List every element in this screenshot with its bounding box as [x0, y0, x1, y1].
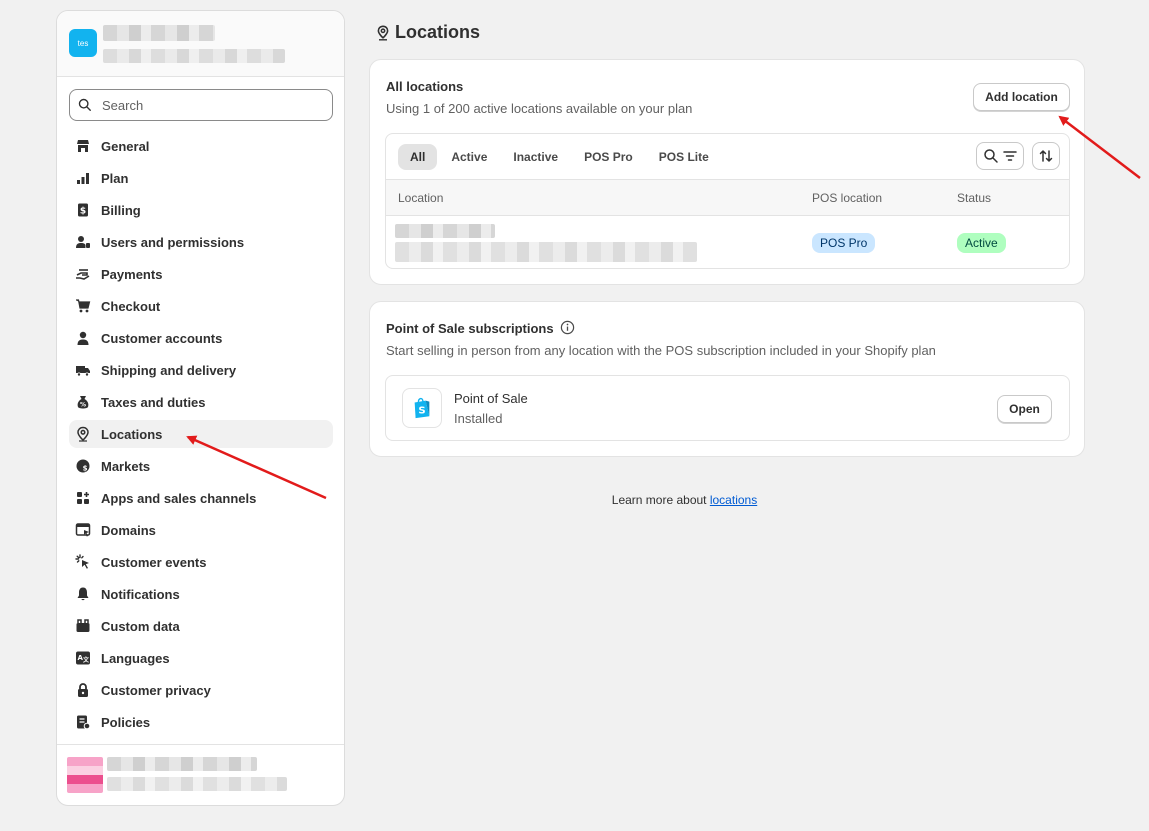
- store-icon: [75, 138, 91, 154]
- billing-icon: $: [75, 202, 91, 218]
- sort-icon: [1039, 150, 1053, 162]
- locations-link[interactable]: locations: [710, 493, 757, 507]
- bell-icon: [75, 586, 91, 602]
- sidebar-item-plan[interactable]: Plan: [69, 164, 333, 192]
- sidebar-item-policies[interactable]: Policies: [69, 708, 333, 736]
- card-title: Point of Sale subscriptions: [386, 321, 554, 336]
- filter-icon: [1002, 151, 1017, 161]
- search-filter-button[interactable]: [976, 142, 1024, 170]
- search-icon: [983, 149, 998, 163]
- globe-icon: $: [75, 458, 91, 474]
- store-avatar: tes: [69, 29, 97, 57]
- custom-data-icon: [75, 618, 91, 634]
- tab-inactive[interactable]: Inactive: [501, 144, 570, 170]
- column-location: Location: [398, 191, 444, 205]
- all-locations-card: All locations Using 1 of 200 active loca…: [369, 59, 1085, 285]
- svg-text:%: %: [80, 402, 86, 409]
- learn-more-text: Learn more about: [611, 493, 707, 507]
- cart-icon: [75, 298, 91, 314]
- location-name-redacted: [395, 224, 495, 238]
- pos-badge: POS Pro: [812, 233, 876, 253]
- plan-icon: [75, 170, 91, 186]
- add-location-button[interactable]: Add location: [973, 83, 1070, 111]
- account-name-redacted: [107, 757, 257, 771]
- search-placeholder: Search: [102, 97, 144, 113]
- status-badge: Active: [957, 233, 1006, 253]
- sidebar-item-notifications[interactable]: Notifications: [69, 580, 333, 608]
- language-icon: A文: [75, 650, 91, 666]
- open-button[interactable]: Open: [997, 395, 1052, 423]
- sidebar-item-taxes[interactable]: % Taxes and duties: [69, 388, 333, 416]
- tab-all[interactable]: All: [398, 144, 438, 170]
- sidebar-item-customer-events[interactable]: Customer events: [69, 548, 333, 576]
- info-icon[interactable]: [560, 320, 575, 335]
- svg-text:$: $: [83, 465, 88, 473]
- location-icon: [377, 24, 389, 41]
- filter-tabs: All Active Inactive POS Pro POS Lite: [398, 144, 723, 170]
- users-icon: [75, 234, 91, 250]
- learn-more: Learn more about locations: [0, 493, 1149, 507]
- locations-table: All Active Inactive POS Pro POS Lite Loc…: [385, 133, 1070, 269]
- sidebar-item-checkout[interactable]: Checkout: [69, 292, 333, 320]
- column-pos-location: POS location: [812, 191, 883, 205]
- sidebar-item-shipping[interactable]: Shipping and delivery: [69, 356, 333, 384]
- sidebar-item-customer-privacy[interactable]: Customer privacy: [69, 676, 333, 704]
- store-url-redacted: [103, 49, 285, 63]
- column-status: Status: [957, 191, 992, 205]
- sidebar-item-languages[interactable]: A 文 Languages: [69, 644, 333, 672]
- page-title: Locations: [376, 22, 480, 43]
- page-title-text: Locations: [395, 22, 481, 42]
- sidebar-item-domains[interactable]: Domains: [69, 516, 333, 544]
- svg-text:$: $: [80, 207, 86, 217]
- pos-app-name: Point of Sale: [454, 391, 528, 406]
- tab-active[interactable]: Active: [439, 144, 499, 170]
- sidebar-item-customer-accounts[interactable]: Customer accounts: [69, 324, 333, 352]
- table-header: Location POS location Status: [386, 179, 1069, 216]
- search-input[interactable]: Search: [69, 89, 333, 121]
- settings-nav: General Plan $ Billing Users and permissi…: [69, 132, 333, 740]
- sidebar-item-custom-data[interactable]: Custom data: [69, 612, 333, 640]
- store-header[interactable]: tes: [57, 11, 344, 77]
- sort-button[interactable]: [1032, 142, 1060, 170]
- store-name-redacted: [103, 25, 215, 41]
- svg-text:S: S: [418, 406, 425, 417]
- lock-icon: [75, 682, 91, 698]
- pos-subscriptions-card: Point of Sale subscriptions Start sellin…: [369, 301, 1085, 457]
- pos-app-status: Installed: [454, 411, 503, 426]
- card-subtitle: Using 1 of 200 active locations availabl…: [386, 101, 693, 116]
- table-row[interactable]: POS Pro Active: [386, 216, 1069, 268]
- shopify-pos-icon: S: [402, 388, 442, 428]
- location-icon: [75, 426, 91, 442]
- payments-icon: [75, 266, 91, 282]
- pos-app-row: S Point of Sale Installed Open: [385, 375, 1070, 441]
- account-avatar-redacted: [67, 757, 103, 793]
- taxes-icon: %: [75, 394, 91, 410]
- card-subtitle: Start selling in person from any locatio…: [386, 343, 936, 358]
- sidebar-item-markets[interactable]: $ Markets: [69, 452, 333, 480]
- truck-icon: [75, 362, 91, 378]
- svg-text:文: 文: [82, 656, 90, 664]
- sidebar-item-general[interactable]: General: [69, 132, 333, 160]
- account-footer[interactable]: [57, 744, 344, 805]
- account-email-redacted: [107, 777, 287, 791]
- sidebar-item-users[interactable]: Users and permissions: [69, 228, 333, 256]
- sidebar-item-billing[interactable]: $ Billing: [69, 196, 333, 224]
- location-address-redacted: [395, 242, 697, 262]
- card-title: All locations: [386, 79, 464, 94]
- sidebar-item-payments[interactable]: Payments: [69, 260, 333, 288]
- settings-sidebar: tes Search General Plan $ Billing Users a…: [56, 10, 345, 806]
- sidebar-item-locations[interactable]: Locations: [69, 420, 333, 448]
- policies-icon: [75, 714, 91, 730]
- person-icon: [75, 330, 91, 346]
- search-icon: [78, 98, 91, 111]
- tab-pos-lite[interactable]: POS Lite: [647, 144, 721, 170]
- tab-pos-pro[interactable]: POS Pro: [572, 144, 645, 170]
- domains-icon: [75, 522, 91, 538]
- cursor-icon: [75, 554, 91, 570]
